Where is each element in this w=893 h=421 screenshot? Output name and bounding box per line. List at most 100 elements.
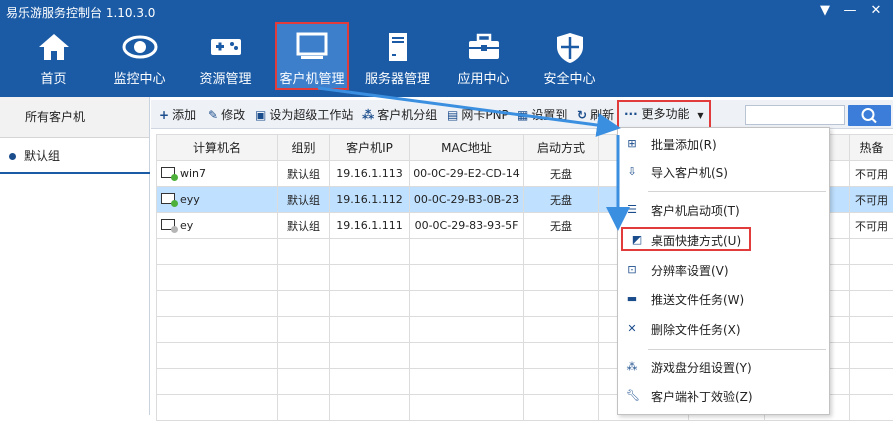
plus-icon: +: [159, 108, 169, 122]
cell-boot: 无盘: [524, 213, 599, 239]
title-bar: 易乐游服务控制台 1.10.3.0 ▼ — ✕ 首页 监控中心 资源管理 客户机: [0, 0, 893, 97]
maximize-button[interactable]: —: [838, 2, 862, 20]
menu-delete-file[interactable]: ✕删除文件任务(X): [618, 318, 829, 342]
nav-server-label: 服务器管理: [360, 68, 435, 87]
server-icon: [383, 32, 413, 64]
add-label: 添加: [172, 108, 196, 122]
cell-hot: 不可用: [850, 161, 893, 187]
menu-client-startup[interactable]: ☰客户机启动项(T): [618, 199, 829, 223]
cell-boot: 无盘: [524, 161, 599, 187]
menu-patch-verify-label: 客户端补丁效验(Z): [651, 390, 753, 404]
cell-ip: 19.16.1.113: [330, 161, 410, 187]
batch-add-icon: ⊞: [626, 138, 638, 150]
cell-hot: 不可用: [850, 213, 893, 239]
gamepad-icon: [208, 32, 244, 62]
startup-icon: ☰: [626, 204, 638, 216]
menu-resolution[interactable]: ⊡分辨率设置(V): [618, 259, 829, 283]
nav-server[interactable]: 服务器管理: [360, 24, 435, 90]
cell-name-text: ey: [180, 219, 193, 232]
home-icon: [37, 32, 71, 62]
sidebar-all-clients[interactable]: 所有客户机: [0, 97, 149, 138]
wrench-icon: 🔧︎: [626, 390, 638, 402]
cell-ip: 19.16.1.112: [330, 187, 410, 213]
more-functions-menu: ⊞ 批量添加(R) ⇩ 导入客户机(S) ☰客户机启动项(T) ◩桌面快捷方式(U)…: [617, 127, 830, 415]
nav-app-center-label: 应用中心: [446, 68, 521, 87]
cell-name-text: win7: [180, 167, 206, 180]
cell-name: win7: [157, 161, 278, 187]
menu-batch-add[interactable]: ⊞ 批量添加(R): [618, 133, 829, 157]
set-to-button[interactable]: ▦设置到: [517, 106, 567, 124]
cell-mac: 00-0C-29-E2-CD-14: [410, 161, 524, 187]
import-icon: ⇩: [626, 166, 638, 178]
nav-security[interactable]: 安全中心: [532, 24, 607, 90]
cell-name-text: eyy: [180, 193, 200, 206]
menu-separator: [648, 191, 826, 192]
pen-icon: ✎: [208, 108, 218, 122]
nic-pnp-button[interactable]: ▤网卡PNP: [447, 106, 509, 124]
nav-resource-label: 资源管理: [188, 68, 263, 87]
menu-batch-add-label: 批量添加(R): [651, 138, 717, 152]
col-mac[interactable]: MAC地址: [410, 135, 524, 161]
app-title: 易乐游服务控制台 1.10.3.0: [6, 4, 155, 21]
nav-app-center[interactable]: 应用中心: [446, 24, 521, 90]
cell-ip: 19.16.1.111: [330, 213, 410, 239]
col-computer-name[interactable]: 计算机名: [157, 135, 278, 161]
menu-import-label: 导入客户机(S): [651, 166, 728, 180]
nav-monitor-label: 监控中心: [102, 68, 177, 87]
edit-button[interactable]: ✎修改: [208, 106, 245, 124]
cell-group: 默认组: [278, 213, 330, 239]
computer-offline-icon: [161, 219, 175, 230]
nav-home[interactable]: 首页: [16, 24, 91, 90]
menu-client-patch-verify[interactable]: 🔧︎ 客户端补丁效验(Z): [618, 385, 829, 409]
settings-icon: ▦: [517, 108, 528, 122]
delete-icon: ✕: [626, 323, 638, 335]
toolbox-icon: [466, 32, 502, 62]
close-button[interactable]: ✕: [864, 2, 888, 20]
computer-online-icon: [161, 167, 175, 178]
cell-group: 默认组: [278, 161, 330, 187]
client-group-label: 客户机分组: [377, 108, 437, 122]
more-functions-button[interactable]: ··· 更多功能 ▼: [617, 100, 711, 129]
refresh-label: 刷新: [590, 108, 614, 122]
resolution-icon: ⊡: [626, 264, 638, 276]
super-workstation-label: 设为超级工作站: [269, 108, 353, 122]
menu-push-file-label: 推送文件任务(W): [651, 293, 744, 307]
refresh-button[interactable]: ↻刷新: [577, 106, 614, 124]
add-button[interactable]: +添加: [159, 106, 196, 124]
nic-icon: ▤: [447, 108, 458, 122]
menu-push-file[interactable]: ▬ 推送文件任务(W): [618, 288, 829, 312]
menu-desktop-shortcut[interactable]: ◩桌面快捷方式(U): [621, 227, 751, 251]
edit-label: 修改: [221, 108, 245, 122]
menu-game-disk-group[interactable]: ⁂游戏盘分组设置(Y): [618, 356, 829, 380]
menu-shortcut-label: 桌面快捷方式(U): [651, 234, 741, 248]
computer-online-icon: [161, 193, 175, 204]
nav-monitor[interactable]: 监控中心: [102, 24, 177, 90]
sidebar-group-default[interactable]: 默认组: [0, 138, 149, 174]
search-button[interactable]: [848, 105, 891, 126]
col-client-ip[interactable]: 客户机IP: [330, 135, 410, 161]
search-icon: [848, 105, 891, 126]
cell-mac: 00-0C-29-83-93-5F: [410, 213, 524, 239]
nic-pnp-label: 网卡PNP: [461, 108, 508, 122]
toolbar: +添加 ✎修改 ▣设为超级工作站 ⁂客户机分组 ▤网卡PNP ▦设置到 ↻刷新 …: [151, 100, 893, 129]
cell-name: ey: [157, 213, 278, 239]
cell-hot: 不可用: [850, 187, 893, 213]
group-icon: ⁂: [362, 108, 374, 122]
super-workstation-button[interactable]: ▣设为超级工作站: [255, 106, 353, 124]
refresh-icon: ↻: [577, 108, 587, 122]
client-group-button[interactable]: ⁂客户机分组: [362, 106, 437, 124]
col-boot-mode[interactable]: 启动方式: [524, 135, 599, 161]
nav-client[interactable]: 客户机管理: [275, 22, 349, 90]
cell-group: 默认组: [278, 187, 330, 213]
menu-import-clients[interactable]: ⇩ 导入客户机(S): [618, 161, 829, 185]
nav-home-label: 首页: [16, 68, 91, 87]
col-group[interactable]: 组别: [278, 135, 330, 161]
col-hot-standby[interactable]: 热备: [850, 135, 893, 161]
cell-boot: 无盘: [524, 187, 599, 213]
nav-resource[interactable]: 资源管理: [188, 24, 263, 90]
search-input[interactable]: [745, 105, 845, 125]
dropdown-arrow-icon: ▼: [697, 111, 703, 120]
minimize-button[interactable]: ▼: [813, 2, 837, 20]
sidebar: 所有客户机 默认组: [0, 97, 150, 415]
folder-icon: ▬: [626, 293, 638, 305]
